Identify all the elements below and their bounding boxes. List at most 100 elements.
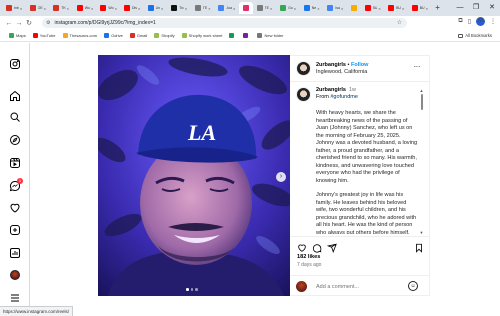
browser-tab[interactable]: BU × — [385, 2, 408, 14]
back-icon[interactable]: ← — [4, 20, 14, 27]
close-window-button[interactable]: ✕ — [484, 0, 500, 16]
minimize-button[interactable]: — — [452, 0, 468, 16]
bookmark-item[interactable] — [229, 33, 236, 38]
tab-close-icon[interactable]: × — [341, 6, 343, 11]
bookmark-star-icon[interactable]: ☆ — [397, 19, 402, 26]
comment-icon[interactable] — [312, 240, 322, 253]
tab-close-icon[interactable]: × — [115, 6, 117, 11]
reels-icon[interactable] — [8, 156, 22, 170]
browser-tab[interactable]: TE × — [254, 2, 277, 14]
bookmark-favicon-icon — [229, 33, 235, 38]
browser-tab[interactable]: Tic × — [168, 2, 191, 14]
tab-close-icon[interactable]: × — [317, 6, 319, 11]
browser-tab[interactable]: TE × — [192, 2, 215, 14]
bookmark-item[interactable]: YouTube — [32, 33, 56, 38]
next-image-button[interactable]: › — [276, 172, 286, 182]
address-bar[interactable]: ⚙ instagram.com/p/DGl9yrjJZ99c/?img_inde… — [42, 18, 407, 28]
tab-close-icon[interactable]: × — [233, 6, 235, 11]
all-bookmarks-button[interactable]: All Bookmarks — [458, 33, 492, 38]
share-icon[interactable] — [326, 240, 337, 253]
new-tab-button[interactable]: + — [435, 2, 440, 14]
browser-tab[interactable]: Wo × — [97, 2, 120, 14]
extensions-icon[interactable]: ⧉ — [458, 18, 462, 25]
tab-close-icon[interactable]: × — [20, 6, 22, 11]
hashtag-link[interactable]: #gofundme — [330, 94, 358, 100]
browser-tab[interactable]: BU × — [362, 2, 385, 14]
save-bookmark-icon[interactable] — [414, 240, 424, 253]
profile-avatar[interactable]: M — [476, 17, 485, 26]
like-heart-icon[interactable] — [297, 240, 307, 252]
site-info-icon[interactable]: ⚙ — [46, 20, 50, 26]
browser-tab[interactable] — [238, 2, 253, 14]
notifications-heart-icon[interactable] — [8, 201, 22, 215]
bookmark-item[interactable] — [243, 33, 250, 38]
bookmark-item[interactable]: Gmail — [129, 33, 148, 38]
browser-tab[interactable]: Jua × — [215, 2, 238, 14]
tab-close-icon[interactable]: × — [426, 6, 428, 11]
follow-button[interactable]: Follow — [351, 62, 368, 68]
bookmark-label: YouTube — [39, 33, 56, 38]
browser-tab[interactable]: BU × — [409, 2, 432, 14]
bookmark-item[interactable]: Gdrive — [104, 33, 123, 38]
bookmark-label: Gmail — [136, 33, 148, 38]
browser-tab[interactable]: Inb × — [3, 2, 26, 14]
caption-username[interactable]: 2urbangirls — [316, 87, 346, 93]
author-username[interactable]: 2urbangirls — [316, 62, 346, 68]
browser-tab[interactable]: Dis × — [121, 2, 144, 14]
tab-close-icon[interactable]: × — [208, 6, 210, 11]
caption-avatar[interactable] — [296, 87, 311, 102]
profile-avatar-icon[interactable] — [8, 268, 22, 282]
tab-close-icon[interactable]: × — [402, 6, 404, 11]
tab-close-icon[interactable]: × — [294, 6, 296, 11]
reload-icon[interactable]: ↻ — [24, 19, 34, 27]
maximize-button[interactable]: ❐ — [468, 0, 484, 16]
more-options-icon[interactable]: ··· — [414, 62, 421, 71]
scroll-up-icon[interactable]: ▲ — [420, 88, 424, 93]
browser-tab[interactable]: Go × — [277, 2, 300, 14]
tab-close-icon[interactable]: × — [44, 6, 46, 11]
home-icon[interactable] — [8, 89, 22, 103]
bookmark-item[interactable]: New folder — [257, 33, 284, 38]
scrollbar-thumb[interactable] — [420, 94, 423, 110]
emoji-icon[interactable]: ☺ — [408, 281, 418, 291]
search-icon[interactable] — [8, 110, 22, 124]
likes-count[interactable]: 182 likes — [297, 254, 320, 260]
messages-icon[interactable]: 1 — [8, 178, 23, 193]
browser-tab[interactable]: Wo × — [74, 2, 97, 14]
scroll-down-icon[interactable]: ▼ — [420, 230, 424, 235]
browser-tab[interactable]: OE × — [27, 2, 50, 14]
comment-box: ☺ — [290, 275, 430, 297]
tab-close-icon[interactable]: × — [185, 6, 187, 11]
tab-close-icon[interactable]: × — [91, 6, 93, 11]
menu-hamburger-icon[interactable] — [8, 291, 22, 305]
author-avatar[interactable] — [296, 61, 311, 76]
post-image[interactable]: LA — [98, 55, 290, 296]
browser-tab[interactable]: TK × — [50, 2, 73, 14]
caption-scrollbar[interactable]: ▲ ▼ — [420, 88, 424, 235]
bookmark-item[interactable]: Maps — [9, 33, 26, 38]
bookmark-item[interactable]: Shopify work sheet — [181, 33, 222, 38]
tab-close-icon[interactable]: × — [270, 6, 272, 11]
comment-input[interactable] — [316, 282, 396, 291]
tab-close-icon[interactable]: × — [378, 6, 380, 11]
browser-tab[interactable]: Un × — [145, 2, 168, 14]
browser-tab[interactable]: Ne × — [301, 2, 324, 14]
browser-tab[interactable] — [348, 2, 361, 14]
tab-close-icon[interactable]: × — [138, 6, 140, 11]
forward-icon[interactable]: → — [14, 20, 24, 27]
sidepanel-icon[interactable]: ▯ — [468, 18, 471, 25]
bookmark-item[interactable]: Thesaurus.com — [62, 33, 97, 38]
dashboard-icon[interactable] — [8, 246, 22, 260]
explore-icon[interactable] — [8, 133, 22, 147]
create-post-icon[interactable] — [8, 223, 22, 237]
tab-label: OE — [37, 6, 43, 10]
instagram-logo-icon[interactable] — [8, 57, 22, 71]
bookmark-item[interactable]: Shopify — [154, 33, 175, 38]
menu-kebab-icon[interactable]: ⋮ — [490, 18, 496, 25]
carousel-dot — [190, 288, 193, 291]
tab-close-icon[interactable]: × — [161, 6, 163, 11]
tab-close-icon[interactable]: × — [67, 6, 69, 11]
post-location[interactable]: Inglewood, California — [316, 69, 367, 75]
bookmark-label: Gdrive — [111, 33, 123, 38]
browser-tab[interactable]: Isa × — [324, 2, 347, 14]
